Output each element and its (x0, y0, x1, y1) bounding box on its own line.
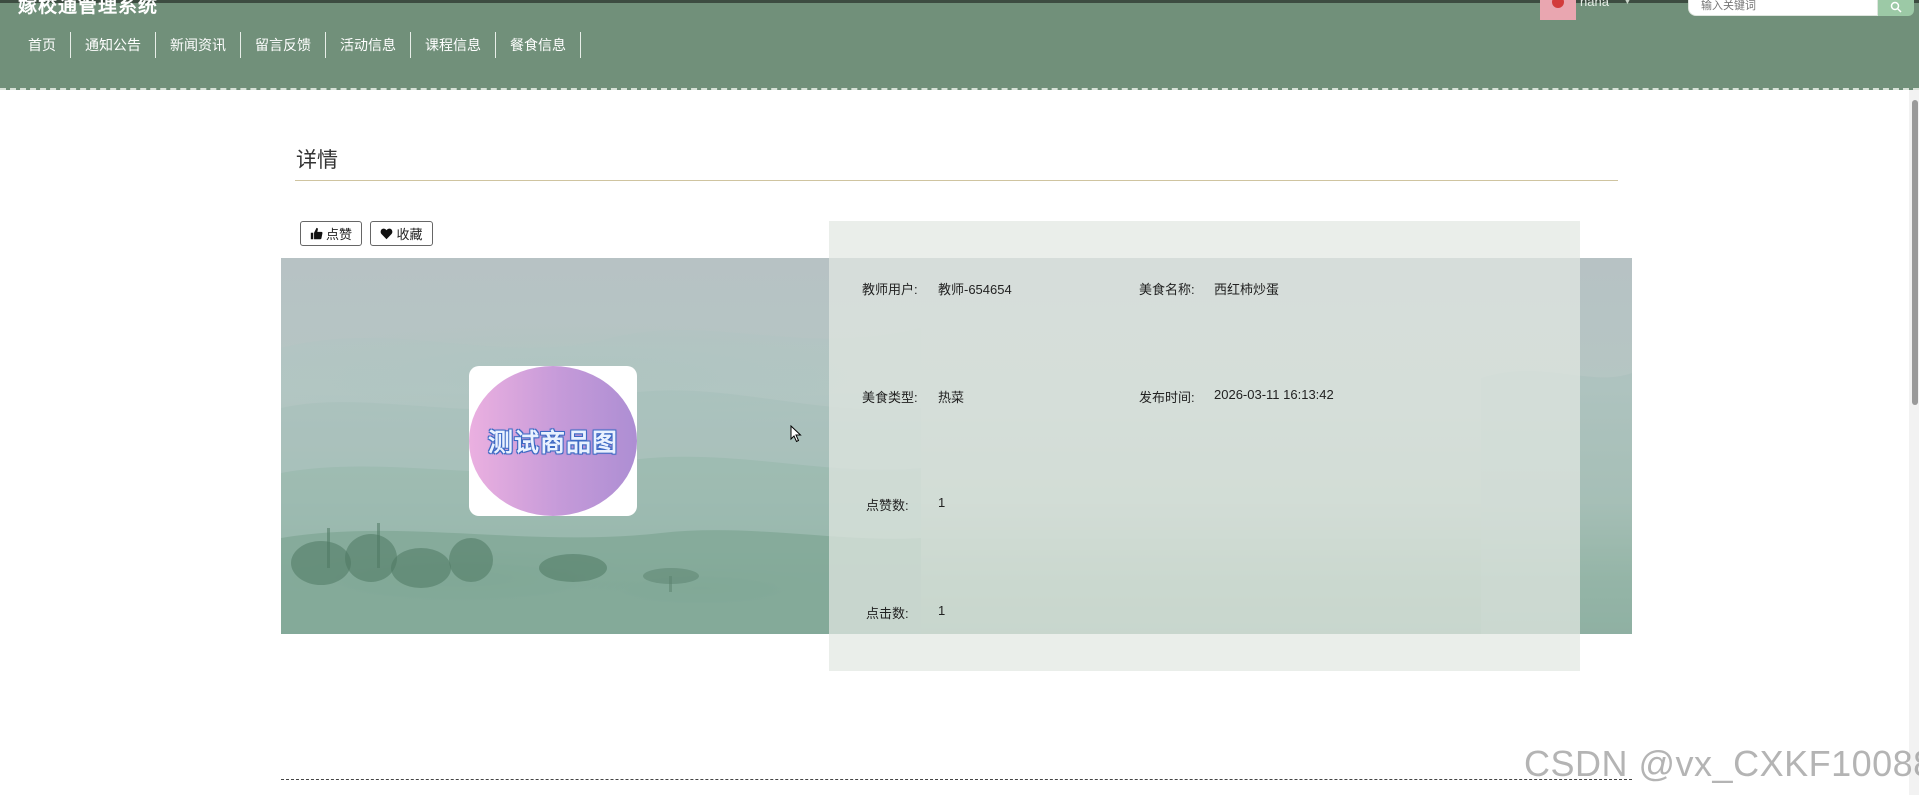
nav-item-courses[interactable]: 课程信息 (411, 32, 496, 58)
clicks-label: 点击数: (866, 606, 909, 621)
search-icon (1890, 1, 1902, 13)
heart-icon (381, 228, 393, 240)
avatar[interactable] (1540, 0, 1576, 20)
title-divider (295, 180, 1618, 181)
nav-item-feedback[interactable]: 留言反馈 (241, 32, 326, 58)
publish-time-value: 2026-03-11 16:13:42 (1214, 387, 1334, 402)
search-box (1688, 0, 1878, 16)
chevron-down-icon[interactable]: ▼ (1622, 0, 1633, 7)
bottom-divider (281, 779, 1632, 780)
top-navbar: 嫁校通管理系统 首页 通知公告 新闻资讯 留言反馈 活动信息 课程信息 餐食信息… (0, 0, 1919, 90)
food-type-value: 热菜 (938, 390, 965, 405)
favorite-button[interactable]: 收藏 (370, 221, 433, 246)
site-title: 嫁校通管理系统 (18, 0, 159, 17)
main-nav: 首页 通知公告 新闻资讯 留言反馈 活动信息 课程信息 餐食信息 (14, 32, 581, 58)
nav-item-notices[interactable]: 通知公告 (71, 32, 156, 58)
search-input[interactable] (1689, 0, 1839, 13)
food-name-label: 美食名称: (1139, 282, 1195, 297)
nav-item-meals[interactable]: 餐食信息 (496, 32, 581, 58)
teacher-value: 教师-654654 (938, 282, 1012, 297)
watermark: CSDN @vx_CXKF10088 (1524, 743, 1919, 784)
nav-item-home[interactable]: 首页 (14, 32, 71, 58)
like-button[interactable]: 点赞 (300, 221, 362, 246)
publish-time-label: 发布时间: (1139, 390, 1195, 405)
avatar-dot (1552, 0, 1564, 8)
food-name-value: 西红柿炒蛋 (1214, 282, 1280, 297)
thumbs-up-icon (310, 227, 323, 240)
user-name[interactable]: haha (1580, 0, 1609, 9)
clicks-value: 1 (938, 603, 946, 618)
like-label: 点赞 (325, 227, 352, 242)
teacher-label: 教师用户: (862, 282, 918, 297)
food-type-label: 美食类型: (862, 390, 918, 405)
product-image: 测试商品图 (469, 366, 637, 516)
page-scrollbar-thumb[interactable] (1912, 100, 1918, 405)
nav-item-news[interactable]: 新闻资讯 (156, 32, 241, 58)
page-title: 详情 (296, 149, 338, 172)
likes-value: 1 (938, 495, 946, 510)
search-button[interactable] (1878, 0, 1914, 16)
favorite-label: 收藏 (396, 227, 423, 242)
likes-label: 点赞数: (866, 498, 909, 513)
nav-item-activities[interactable]: 活动信息 (326, 32, 411, 58)
mouse-cursor-icon (790, 425, 802, 443)
product-image-text: 测试商品图 (487, 429, 618, 457)
